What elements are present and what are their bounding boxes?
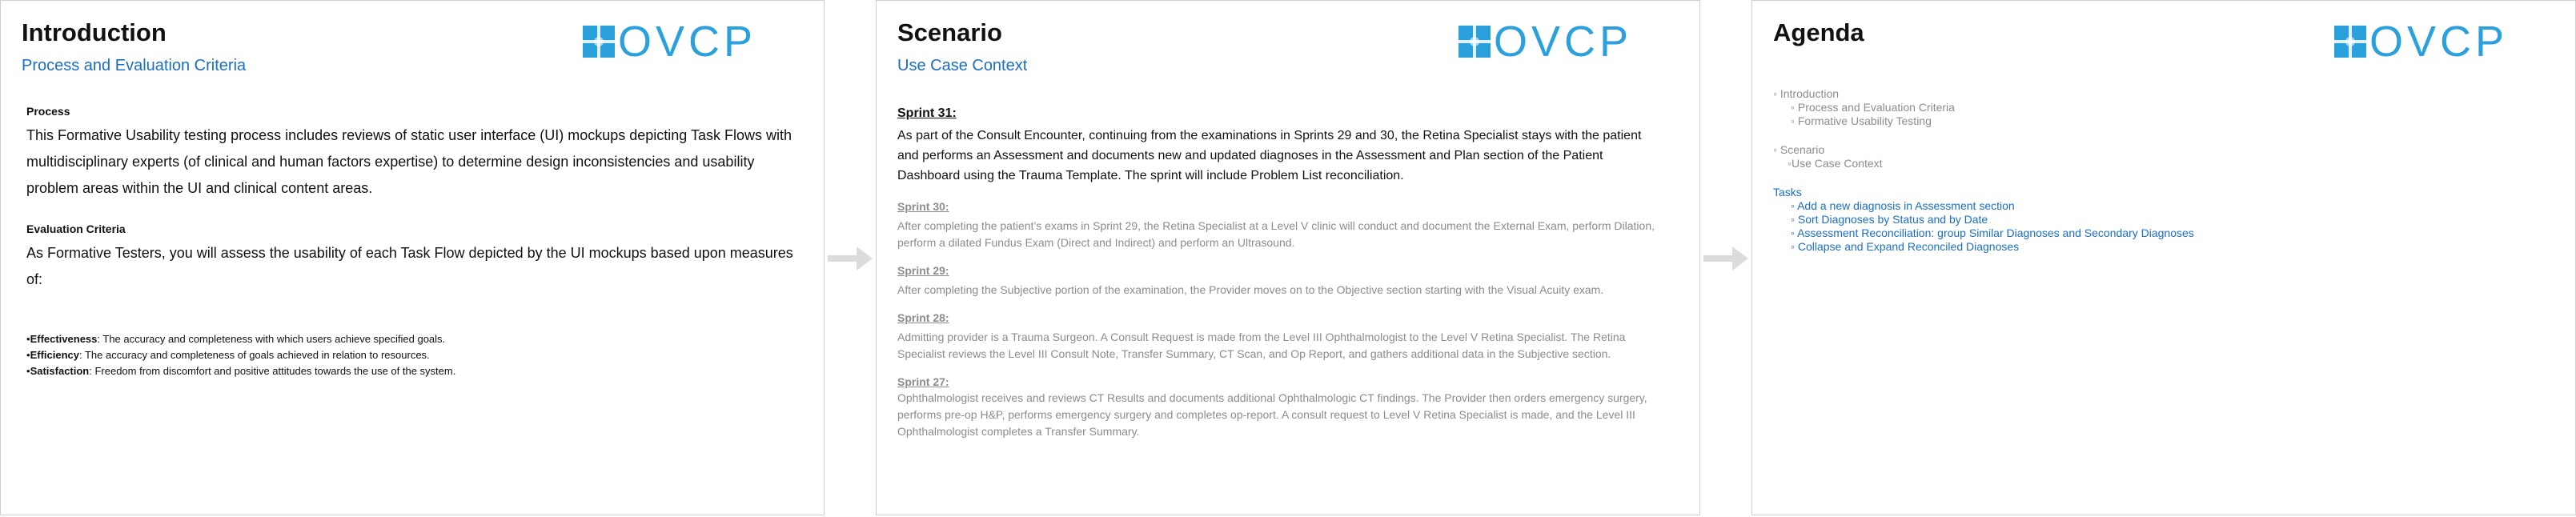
- agenda-task-item[interactable]: ◦ Sort Diagnoses by Status and by Date: [1773, 213, 2194, 226]
- sprint-29-text: After completing the Subjective portion …: [897, 283, 1604, 296]
- slide-title: Scenario: [897, 18, 1002, 46]
- process-text: This Formative Usability testing process…: [26, 127, 792, 196]
- slide-title: Introduction: [22, 18, 167, 46]
- slide-body: Process This Formative Usability testing…: [26, 105, 807, 379]
- criteria-term: Efficiency: [30, 349, 79, 361]
- ovcp-logo: OVCP: [2334, 18, 2509, 66]
- agenda-task-item[interactable]: ◦ Add a new diagnosis in Assessment sect…: [1773, 199, 2194, 213]
- ovcp-logo: OVCP: [1459, 18, 1633, 66]
- next-arrow-icon: [1703, 246, 1748, 271]
- logo-mark-icon: [583, 26, 615, 58]
- slide-introduction[interactable]: Introduction Process and Evaluation Crit…: [0, 0, 825, 515]
- agenda-task-item[interactable]: ◦ Collapse and Expand Reconciled Diagnos…: [1773, 240, 2194, 254]
- logo-text: OVCP: [1494, 18, 1633, 66]
- agenda-subitem[interactable]: ◦ Formative Usability Testing: [1773, 114, 2194, 128]
- ovcp-logo: OVCP: [583, 18, 757, 66]
- criteria-list: Effectiveness: The accuracy and complete…: [26, 331, 807, 379]
- evaluation-text: As Formative Testers, you will assess th…: [26, 245, 793, 287]
- criteria-term: Satisfaction: [30, 365, 90, 377]
- agenda-subitem[interactable]: ◦ Process and Evaluation Criteria: [1773, 101, 2194, 114]
- criteria-item: Effectiveness: The accuracy and complete…: [26, 331, 807, 347]
- agenda-task-item[interactable]: ◦ Assessment Reconciliation: group Simil…: [1773, 226, 2194, 240]
- sprint-30-heading: Sprint 30:: [897, 200, 949, 213]
- agenda-item-tasks[interactable]: Tasks: [1773, 186, 2194, 199]
- logo-mark-icon: [2334, 26, 2366, 58]
- process-heading: Process: [26, 105, 70, 118]
- logo-text: OVCP: [2369, 18, 2509, 66]
- next-arrow-icon: [828, 246, 873, 271]
- criteria-item: Efficiency: The accuracy and completenes…: [26, 347, 807, 363]
- slide-body: Sprint 31: As part of the Consult Encoun…: [897, 106, 1666, 453]
- criteria-desc: : The accuracy and completeness of goals…: [78, 349, 430, 361]
- agenda-item-introduction[interactable]: ◦ Introduction: [1773, 87, 2194, 101]
- sprint-31-text: As part of the Consult Encounter, contin…: [897, 129, 1642, 182]
- logo-text: OVCP: [618, 18, 757, 66]
- slide-title: Agenda: [1773, 18, 1864, 46]
- sprint-27-heading: Sprint 27:: [897, 375, 949, 388]
- slide-agenda[interactable]: Agenda OVCP ◦ Introduction ◦ Process and…: [1751, 0, 2576, 515]
- slide-subtitle: Use Case Context: [897, 57, 1028, 74]
- sprint-28-heading: Sprint 28:: [897, 311, 949, 324]
- sprint-29-heading: Sprint 29:: [897, 264, 949, 277]
- criteria-desc: : Freedom from discomfort and positive a…: [89, 365, 456, 377]
- criteria-desc: : The accuracy and completeness with whi…: [97, 333, 446, 345]
- evaluation-heading: Evaluation Criteria: [26, 222, 126, 235]
- criteria-item: Satisfaction: Freedom from discomfort an…: [26, 363, 807, 379]
- criteria-term: Effectiveness: [30, 333, 98, 345]
- sprint-31-heading: Sprint 31:: [897, 106, 957, 120]
- slide-subtitle: Process and Evaluation Criteria: [22, 57, 247, 74]
- logo-mark-icon: [1459, 26, 1491, 58]
- sprint-28-text: Admitting provider is a Trauma Surgeon. …: [897, 331, 1626, 360]
- sprint-30-text: After completing the patient’s exams in …: [897, 219, 1655, 249]
- agenda-subitem[interactable]: ◦Use Case Context: [1773, 157, 2194, 170]
- slide-scenario[interactable]: Scenario Use Case Context OVCP Sprint 31…: [876, 0, 1700, 515]
- sprint-27-text: Ophthalmologist receives and reviews CT …: [897, 391, 1647, 438]
- agenda-list: ◦ Introduction ◦ Process and Evaluation …: [1773, 87, 2194, 254]
- agenda-item-scenario[interactable]: ◦ Scenario: [1773, 143, 2194, 157]
